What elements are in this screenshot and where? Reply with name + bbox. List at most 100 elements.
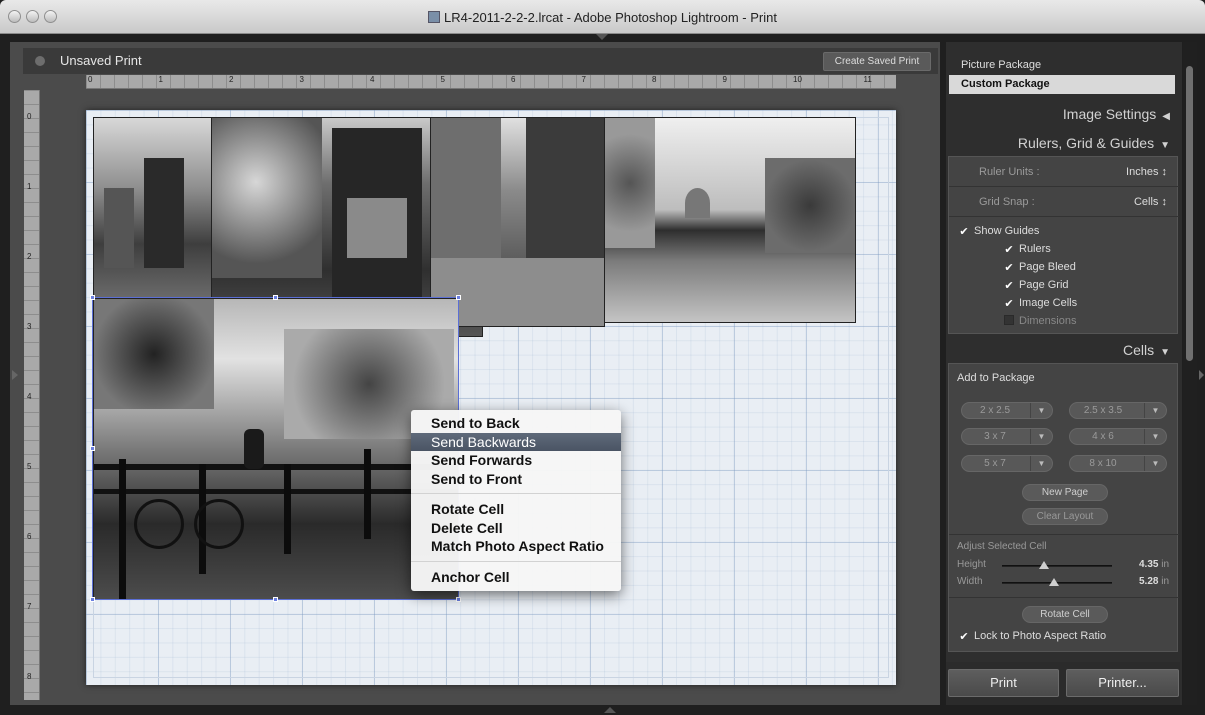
print-button[interactable]: Print (948, 669, 1059, 697)
ruler-tick-label: 3 (299, 75, 304, 84)
height-unit: in (1161, 559, 1170, 570)
menu-item-send-forwards[interactable]: Send Forwards (411, 451, 621, 470)
dropdown-arrow-icon[interactable]: ▼ (1030, 403, 1052, 418)
template-picture-package[interactable]: Picture Package (949, 56, 1175, 75)
resize-handle[interactable] (90, 446, 95, 451)
vertical-ruler: 0 1 2 3 4 5 6 7 8 (24, 90, 40, 700)
dropdown-arrow-icon[interactable]: ▼ (1144, 429, 1166, 444)
ruler-tick-label: 6 (27, 532, 32, 541)
panel-header-rulers-grid[interactable]: Rulers, Grid & Guides ▼ (946, 130, 1180, 156)
cell-context-menu: Send to Back Send Backwards Send Forward… (411, 410, 621, 591)
resize-handle[interactable] (456, 295, 461, 300)
photo-cell-4[interactable] (604, 117, 856, 323)
grid-snap-select[interactable]: Cells ↕ (1134, 196, 1167, 208)
image-cells-checkbox[interactable]: ✔ Image Cells (1004, 297, 1078, 310)
photo-cell-1[interactable] (93, 117, 218, 299)
cell-size-button[interactable]: 5 x 7 ▼ (961, 455, 1053, 472)
cell-size-button[interactable]: 4 x 6 ▼ (1069, 428, 1167, 445)
resize-handle[interactable] (273, 597, 278, 602)
window-title-text: LR4-2011-2-2-2.lrcat - Adobe Photoshop L… (444, 10, 777, 25)
slider-knob-icon[interactable] (1038, 561, 1049, 569)
ruler-units-label: Ruler Units : (979, 166, 1040, 178)
cell-size-label: 4 x 6 (1092, 431, 1114, 442)
menu-item-send-to-back[interactable]: Send to Back (411, 414, 621, 433)
rulers-checkbox[interactable]: ✔ Rulers (1004, 243, 1050, 256)
cell-size-button[interactable]: 2.5 x 3.5 ▼ (1069, 402, 1167, 419)
height-slider[interactable] (1002, 561, 1112, 569)
ruler-tick-label: 1 (158, 75, 163, 84)
menu-item-match-aspect[interactable]: Match Photo Aspect Ratio (411, 537, 621, 556)
height-value[interactable]: 4.35 in (1139, 559, 1169, 570)
menu-item-delete-cell[interactable]: Delete Cell (411, 519, 621, 538)
ruler-tick-label: 4 (27, 392, 32, 401)
right-panel-scrollbar[interactable] (1183, 42, 1197, 705)
resize-handle[interactable] (90, 597, 95, 602)
dropdown-arrow-icon[interactable]: ▼ (1030, 456, 1052, 471)
expand-triangle-icon: ▼ (1160, 347, 1170, 358)
clear-layout-button[interactable]: Clear Layout (1022, 508, 1108, 525)
panel-title: Cells (1122, 342, 1155, 358)
create-saved-print-button[interactable]: Create Saved Print (823, 52, 931, 71)
cell-size-button[interactable]: 2 x 2.5 ▼ (961, 402, 1053, 419)
ruler-tick-label: 5 (440, 75, 445, 84)
lock-aspect-checkbox[interactable]: ✔ Lock to Photo Aspect Ratio (959, 630, 1107, 643)
ruler-tick-label: 5 (27, 462, 32, 471)
page-bleed-label: Page Bleed (1019, 261, 1076, 273)
panel-header-image-settings[interactable]: Image Settings ◀ (946, 101, 1180, 127)
page-bleed-checkbox[interactable]: ✔ Page Bleed (1004, 261, 1076, 274)
printer-button[interactable]: Printer... (1066, 669, 1179, 697)
width-value[interactable]: 5.28 in (1139, 576, 1169, 587)
page-grid-checkbox[interactable]: ✔ Page Grid (1004, 279, 1068, 292)
cell-size-label: 3 x 7 (984, 431, 1006, 442)
selected-cell-outline[interactable] (90, 295, 461, 602)
menu-item-rotate-cell[interactable]: Rotate Cell (411, 500, 621, 519)
ruler-units-row[interactable]: Ruler Units : Inches ↕ (949, 157, 1179, 187)
menu-item-anchor-cell[interactable]: Anchor Cell (411, 568, 621, 587)
width-unit: in (1161, 576, 1170, 587)
panel-header-cells[interactable]: Cells ▼ (946, 337, 1180, 363)
left-panel-toggle-icon[interactable] (12, 370, 18, 380)
checkmark-icon: ✔ (1004, 280, 1014, 292)
horizontal-ruler: 0 1 2 3 4 5 6 7 8 9 10 11 (86, 75, 896, 89)
resize-handle[interactable] (273, 295, 278, 300)
document-bar: Unsaved Print (23, 48, 938, 74)
grid-snap-row[interactable]: Grid Snap : Cells ↕ (949, 187, 1179, 217)
top-panel-toggle-icon[interactable] (596, 34, 608, 40)
ruler-tick-label: 4 (370, 75, 375, 84)
empty-checkbox-icon (1004, 315, 1014, 325)
width-slider[interactable] (1002, 578, 1112, 586)
ruler-tick-label: 2 (229, 75, 234, 84)
resize-handle[interactable] (90, 295, 95, 300)
rotate-cell-button[interactable]: Rotate Cell (1022, 606, 1108, 623)
dropdown-arrow-icon[interactable]: ▼ (1144, 456, 1166, 471)
ruler-tick-label: 11 (863, 75, 872, 84)
lock-aspect-label: Lock to Photo Aspect Ratio (974, 630, 1107, 642)
dimensions-label: Dimensions (1019, 315, 1077, 327)
template-custom-package[interactable]: Custom Package (949, 75, 1175, 94)
adjust-selected-label: Adjust Selected Cell (957, 541, 1047, 552)
dropdown-arrow-icon[interactable]: ▼ (1030, 429, 1052, 444)
collapse-triangle-icon: ◀ (1162, 111, 1170, 122)
checkmark-icon: ✔ (1004, 244, 1014, 256)
image-cells-label: Image Cells (1019, 297, 1078, 309)
menu-separator (411, 493, 621, 494)
height-number: 4.35 (1139, 559, 1159, 570)
cell-size-button[interactable]: 3 x 7 ▼ (961, 428, 1053, 445)
ruler-tick-label: 7 (27, 602, 32, 611)
menu-separator (411, 560, 621, 562)
resize-handle[interactable] (456, 597, 461, 602)
ruler-units-select[interactable]: Inches ↕ (1126, 166, 1167, 178)
menu-item-send-backwards[interactable]: Send Backwards (411, 432, 621, 451)
divider (949, 534, 1179, 535)
dropdown-arrow-icon[interactable]: ▼ (1144, 403, 1166, 418)
menu-item-send-to-front[interactable]: Send to Front (411, 470, 621, 489)
dimensions-checkbox[interactable]: Dimensions (1004, 315, 1076, 327)
cell-size-button[interactable]: 8 x 10 ▼ (1069, 455, 1167, 472)
filmstrip-toggle-icon[interactable] (604, 707, 616, 713)
new-page-button[interactable]: New Page (1022, 484, 1108, 501)
scrollbar-thumb[interactable] (1186, 66, 1193, 361)
slider-knob-icon[interactable] (1048, 578, 1059, 586)
show-guides-checkbox[interactable]: ✔ Show Guides (959, 225, 1039, 238)
divider (949, 597, 1179, 598)
right-panel-toggle-icon[interactable] (1199, 370, 1204, 380)
